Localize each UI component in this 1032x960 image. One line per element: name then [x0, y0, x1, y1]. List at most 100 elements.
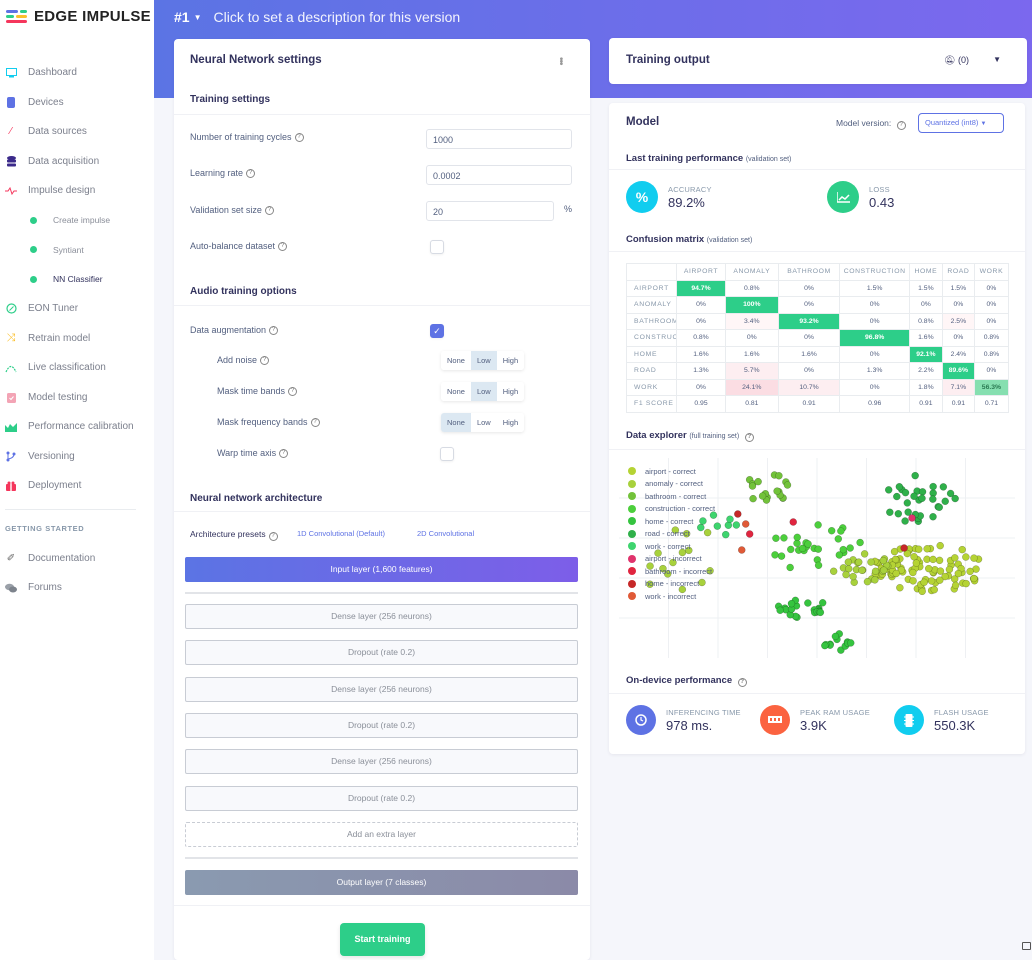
data-point[interactable] [793, 533, 802, 542]
data-point[interactable] [962, 553, 970, 561]
data-point[interactable] [804, 599, 812, 607]
data-point[interactable] [936, 576, 944, 584]
add-layer-button[interactable]: Add an extra layer [185, 822, 578, 847]
dense-layer[interactable]: Dense layer (256 neurons) [185, 749, 578, 774]
data-point[interactable] [745, 530, 754, 538]
mask-time-low[interactable]: Low [470, 382, 497, 401]
data-point[interactable] [846, 544, 854, 552]
data-point[interactable] [918, 488, 927, 496]
mask-time-high[interactable]: High [496, 382, 525, 401]
data-point[interactable] [880, 566, 888, 574]
help-icon[interactable]: ? [260, 355, 270, 365]
data-point[interactable] [775, 472, 783, 480]
data-point[interactable] [970, 554, 978, 562]
data-point[interactable] [786, 545, 795, 554]
legend-item[interactable]: home - incorrect [628, 578, 715, 591]
dropout-layer[interactable]: Dropout (rate 0.2) [185, 713, 578, 738]
data-point[interactable] [871, 576, 879, 584]
sidebar-item-dashboard[interactable]: Dashboard [0, 58, 154, 88]
dense-layer[interactable]: Dense layer (256 neurons) [185, 604, 578, 629]
data-point[interactable] [847, 639, 855, 647]
data-point[interactable] [758, 492, 767, 500]
data-point[interactable] [895, 483, 904, 491]
data-point[interactable] [970, 574, 978, 583]
data-point[interactable] [780, 534, 788, 542]
sidebar-item-performance-calibration[interactable]: Performance calibration [0, 412, 154, 442]
sidebar-item-impulse-design[interactable]: Impulse design [0, 176, 154, 206]
data-point[interactable] [837, 527, 845, 535]
data-point[interactable] [951, 494, 959, 503]
help-icon[interactable]: ? [246, 168, 256, 178]
feedback-icon[interactable] [1022, 942, 1031, 950]
legend-item[interactable]: road - correct [628, 528, 715, 541]
input-layer[interactable]: Input layer (1,600 features) [185, 557, 578, 582]
data-point[interactable] [886, 508, 894, 517]
data-point[interactable] [726, 515, 734, 523]
data-point[interactable] [749, 494, 757, 503]
data-point[interactable] [777, 552, 786, 560]
data-point[interactable] [951, 581, 960, 590]
data-point[interactable] [918, 494, 926, 503]
notifications-toggle[interactable]: 🔕︎ (0) [944, 55, 969, 66]
legend-item[interactable]: airport - incorrect [628, 553, 715, 566]
data-point[interactable] [856, 538, 864, 547]
mask-freq-none[interactable]: None [441, 413, 471, 432]
data-point[interactable] [732, 521, 741, 529]
sidebar-item-model-testing[interactable]: Model testing [0, 383, 154, 413]
legend-item[interactable]: construction - correct [628, 503, 715, 516]
data-point[interactable] [789, 518, 797, 526]
data-point[interactable] [936, 567, 945, 575]
data-point[interactable] [939, 483, 948, 491]
data-point[interactable] [900, 544, 908, 552]
data-point[interactable] [894, 510, 903, 518]
help-icon[interactable]: ? [279, 448, 289, 458]
data-point[interactable] [818, 599, 827, 607]
data-point[interactable] [890, 547, 899, 556]
data-point[interactable] [909, 577, 917, 585]
sidebar-item-data-sources[interactable]: ⁄ Data sources [0, 117, 154, 147]
start-training-button[interactable]: Start training [340, 923, 425, 956]
data-point[interactable] [920, 578, 928, 587]
data-point[interactable] [821, 641, 829, 650]
data-point[interactable] [831, 632, 840, 641]
data-point[interactable] [771, 551, 779, 559]
legend-item[interactable]: bathroom - correct [628, 490, 715, 503]
data-point[interactable] [834, 535, 843, 543]
data-point[interactable] [844, 558, 853, 566]
data-point[interactable] [814, 545, 823, 553]
data-point[interactable] [945, 565, 954, 574]
data-point[interactable] [741, 520, 750, 528]
legend-item[interactable]: anomaly - correct [628, 478, 715, 491]
help-icon[interactable]: ? [264, 205, 274, 215]
augmentation-checkbox[interactable]: ✓ [430, 324, 444, 338]
data-point[interactable] [721, 530, 730, 539]
help-icon[interactable]: ? [268, 532, 278, 541]
legend-item[interactable]: work - correct [628, 540, 715, 553]
data-point[interactable] [773, 487, 781, 495]
help-icon[interactable]: ? [737, 678, 747, 687]
data-point[interactable] [787, 599, 796, 608]
caret-down-icon[interactable]: ▼ [993, 55, 1001, 64]
data-point[interactable] [783, 481, 792, 489]
data-point[interactable] [929, 513, 937, 521]
training-cycles-input[interactable]: 1000 [426, 129, 572, 149]
data-point[interactable] [772, 534, 780, 542]
data-point[interactable] [935, 556, 944, 565]
help-icon[interactable]: ? [310, 417, 320, 427]
add-noise-none[interactable]: None [441, 351, 471, 370]
data-point[interactable] [814, 521, 822, 529]
data-point[interactable] [941, 497, 949, 506]
data-point[interactable] [839, 545, 848, 554]
data-point[interactable] [849, 572, 857, 581]
data-point[interactable] [901, 517, 909, 525]
help-icon[interactable]: ? [288, 386, 298, 396]
sidebar-subitem-nn-classifier[interactable]: NN Classifier [0, 265, 154, 295]
data-point[interactable] [867, 558, 875, 566]
data-point[interactable] [929, 495, 937, 503]
data-point[interactable] [855, 558, 863, 566]
training-output-card[interactable]: Training output 🔕︎ (0) ▼ [609, 38, 1027, 84]
learning-rate-input[interactable]: 0.0002 [426, 165, 572, 185]
add-noise-high[interactable]: High [496, 351, 525, 370]
preset-2d-conv-link[interactable]: 2D Convolutional [417, 529, 474, 538]
help-icon[interactable]: ? [269, 325, 279, 335]
